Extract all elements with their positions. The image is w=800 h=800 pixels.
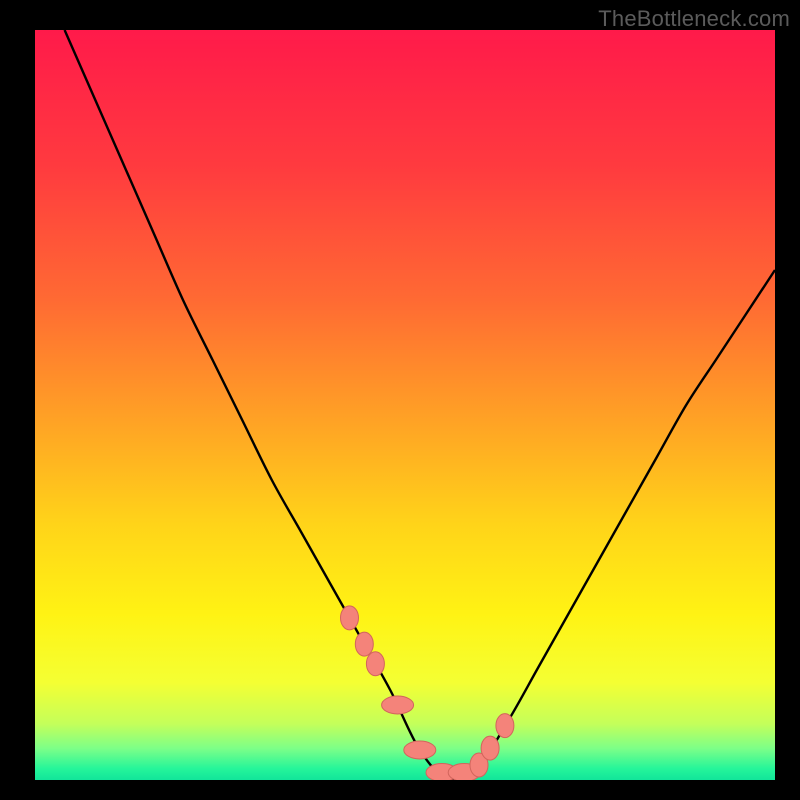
optimal-marker: [382, 696, 414, 714]
optimal-marker: [341, 606, 359, 630]
optimal-marker: [496, 714, 514, 738]
watermark-label: TheBottleneck.com: [598, 6, 790, 32]
chart-frame: TheBottleneck.com: [0, 0, 800, 800]
gradient-background: [35, 30, 775, 780]
optimal-marker: [355, 632, 373, 656]
optimal-marker: [481, 736, 499, 760]
optimal-marker: [366, 652, 384, 676]
optimal-marker: [404, 741, 436, 759]
bottleneck-chart: [0, 0, 800, 800]
